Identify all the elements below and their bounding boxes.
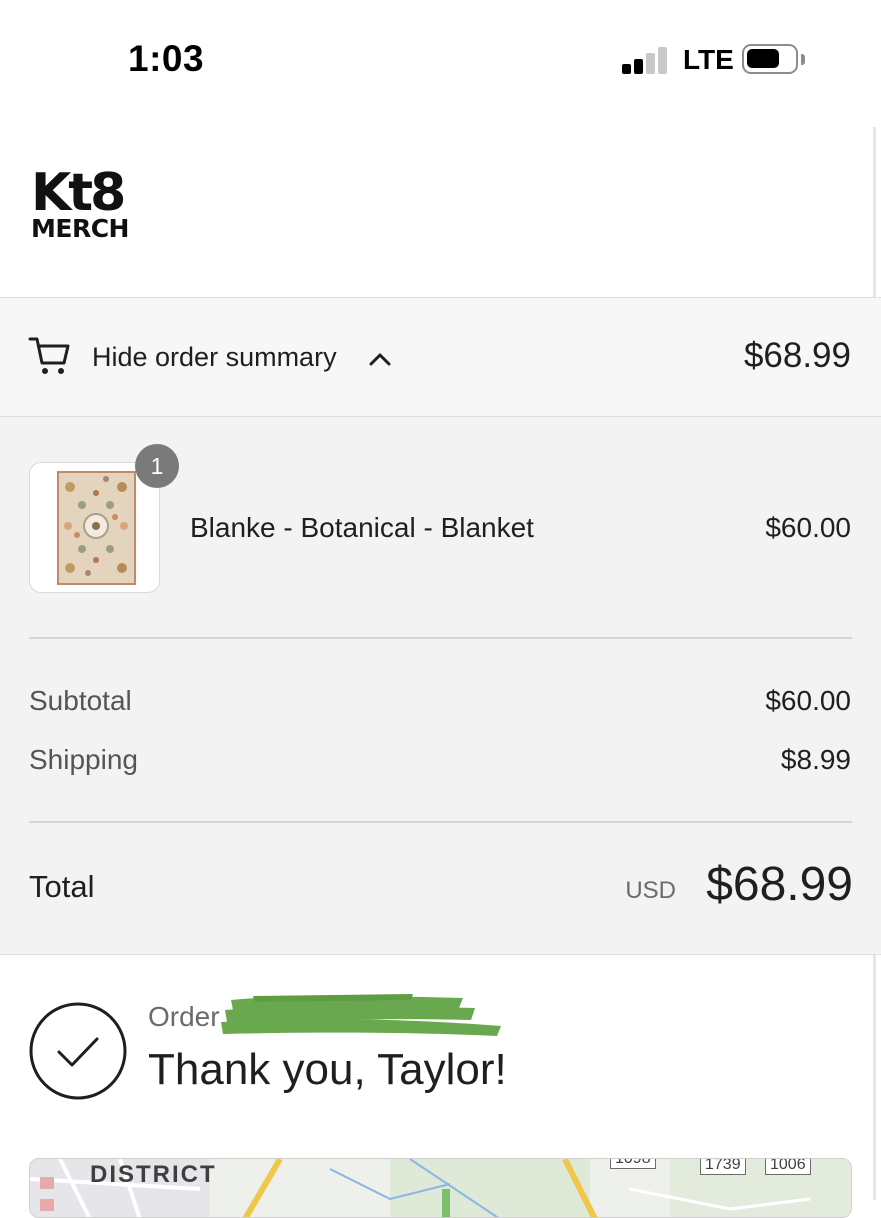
line-item-price: $60.00 <box>765 512 851 543</box>
currency-code: USD <box>625 877 676 904</box>
map-district-label: DISTRICT <box>90 1161 217 1188</box>
logo-graphic: Kt8 MERCH <box>31 163 129 243</box>
total-label: Total <box>29 869 95 904</box>
subtotal-label: Subtotal <box>29 685 132 716</box>
grand-total: $68.99 <box>706 858 853 911</box>
chevron-up-icon <box>369 353 391 366</box>
map-road-number: 1739 <box>700 1159 746 1175</box>
thank-you-heading: Thank you, Taylor! <box>148 1045 507 1094</box>
order-summary-panel: Blanke - Botanical - Blanket $60.00 Subt… <box>0 417 881 955</box>
shipping-label: Shipping <box>29 744 138 775</box>
signal-strength-icon <box>622 46 668 74</box>
toggle-total: $68.99 <box>743 336 851 375</box>
brand-logo[interactable]: Kt8 MERCH <box>30 160 142 243</box>
divider <box>29 637 852 639</box>
order-summary-toggle[interactable]: Hide order summary $68.99 <box>0 297 881 417</box>
logo-text-bottom: MERCH <box>31 214 129 240</box>
cart-icon <box>28 337 70 374</box>
quantity-badge: 1 <box>135 444 179 488</box>
battery-icon <box>742 44 798 74</box>
shipping-value: $8.99 <box>780 744 851 775</box>
status-bar: 1:03 LTE <box>0 0 881 120</box>
toggle-label: Hide order summary <box>92 342 337 372</box>
check-circle-icon <box>29 1002 127 1100</box>
subtotal-value: $60.00 <box>765 685 851 716</box>
line-item-name: Blanke - Botanical - Blanket <box>190 512 534 543</box>
divider <box>29 821 852 823</box>
redaction-scribble <box>221 994 501 1036</box>
map-road-number: 1006 <box>765 1159 811 1175</box>
blanket-image <box>57 471 136 585</box>
product-thumbnail <box>29 462 160 593</box>
status-time: 1:03 <box>128 38 205 79</box>
network-type: LTE <box>683 44 734 75</box>
map-preview[interactable]: DISTRICT 1098 1739 1006 <box>29 1158 852 1218</box>
map-road-number: 1098 <box>610 1159 656 1169</box>
battery-tip <box>801 54 805 65</box>
